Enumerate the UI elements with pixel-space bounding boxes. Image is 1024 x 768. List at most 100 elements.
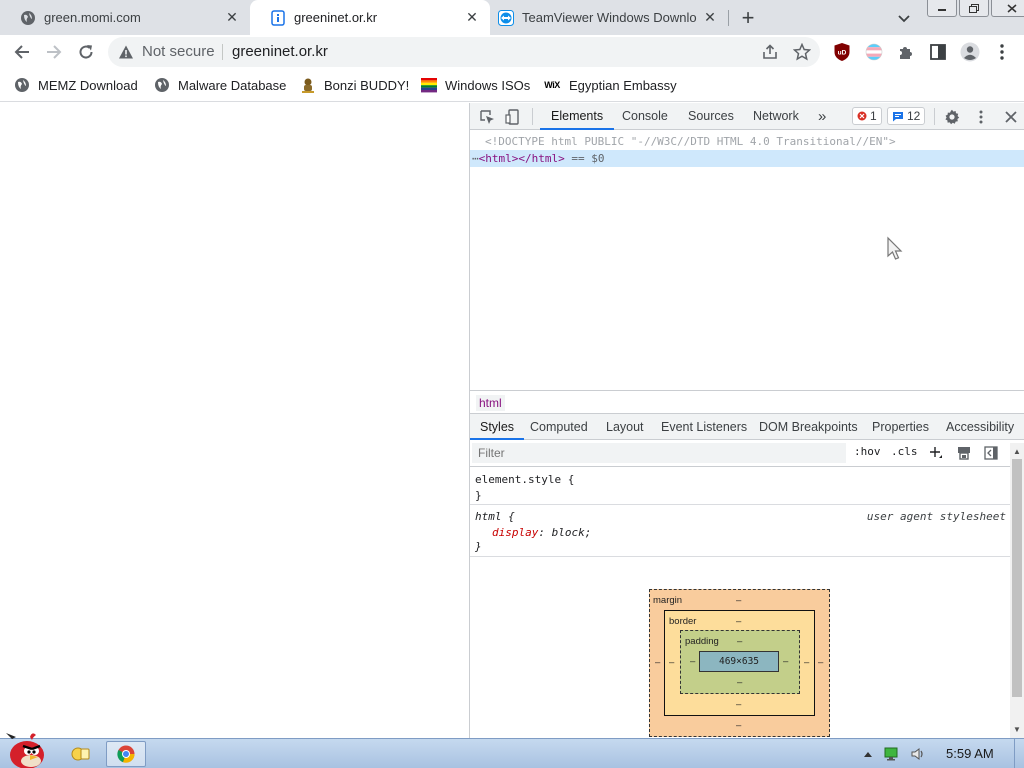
padding-top-value[interactable]: – xyxy=(737,636,742,647)
padding-right-value[interactable]: – xyxy=(783,656,788,667)
tab-teamviewer[interactable]: TeamViewer Windows Downlo ✕ xyxy=(490,0,728,35)
subtab-event-listeners[interactable]: Event Listeners xyxy=(661,414,747,440)
browser-menu-icon[interactable] xyxy=(990,40,1014,64)
globe-icon xyxy=(20,10,36,26)
subtab-properties[interactable]: Properties xyxy=(872,414,929,440)
bookmark-bonzi-buddy[interactable]: Bonzi BUDDY! xyxy=(300,75,409,95)
subtab-dom-breakpoints[interactable]: DOM Breakpoints xyxy=(759,414,858,440)
settings-gear-icon[interactable] xyxy=(942,107,962,127)
padding-bottom-value[interactable]: – xyxy=(737,677,742,688)
bookmark-star-icon[interactable] xyxy=(790,40,814,64)
back-button[interactable] xyxy=(8,38,36,66)
restore-button[interactable] xyxy=(959,0,989,17)
toggle-sidebar-icon[interactable] xyxy=(982,444,1000,462)
subtab-layout[interactable]: Layout xyxy=(606,414,644,440)
styles-scrollbar[interactable]: ▲ ▼ xyxy=(1010,443,1024,738)
css-value-block[interactable]: block; xyxy=(552,526,592,539)
styles-subtabs: Styles Computed Layout Event Listeners D… xyxy=(470,414,1024,440)
taskbar-clock[interactable]: 5:59 AM xyxy=(946,746,994,761)
bookmark-windows-isos[interactable]: Windows ISOs xyxy=(421,75,530,95)
margin-bottom-value[interactable]: – xyxy=(736,720,741,731)
ublock-extension-icon[interactable]: uD xyxy=(830,40,854,64)
class-toggle[interactable]: .cls xyxy=(891,445,918,458)
border-bottom-value[interactable]: – xyxy=(736,699,741,710)
show-hidden-icons-icon[interactable] xyxy=(860,746,876,762)
margin-top-value[interactable]: – xyxy=(736,595,741,606)
device-toolbar-icon[interactable] xyxy=(503,107,523,127)
show-desktop-button[interactable] xyxy=(1014,739,1024,768)
tab-elements[interactable]: Elements xyxy=(540,103,615,130)
chrome-taskbar-icon[interactable] xyxy=(106,741,146,767)
close-devtools-icon[interactable] xyxy=(1001,107,1021,127)
selected-html-node[interactable]: ⋯<html></html> == $0 xyxy=(470,150,1024,167)
close-icon[interactable]: ✕ xyxy=(224,9,240,26)
breadcrumb: html xyxy=(470,390,1024,414)
explorer-taskbar-icon[interactable] xyxy=(60,741,100,767)
share-icon[interactable] xyxy=(758,40,782,64)
styles-filter-input[interactable] xyxy=(472,443,846,463)
security-label[interactable]: Not secure xyxy=(142,43,215,60)
doctype-node[interactable]: <!DOCTYPE html PUBLIC "-//W3C//DTD HTML … xyxy=(485,135,896,148)
page-viewport[interactable] xyxy=(0,103,469,738)
reload-button[interactable] xyxy=(72,38,100,66)
computed-styles-toggle-icon[interactable] xyxy=(955,444,973,462)
more-tabs-chevron-icon[interactable]: » xyxy=(818,103,826,130)
extensions-puzzle-icon[interactable] xyxy=(894,40,918,64)
close-window-button[interactable] xyxy=(991,0,1024,17)
scrollbar-thumb[interactable] xyxy=(1012,459,1022,697)
side-panel-icon[interactable] xyxy=(926,40,950,64)
network-tray-icon[interactable] xyxy=(883,746,899,762)
hover-state-toggle[interactable]: :hov xyxy=(854,445,881,458)
inspect-element-icon[interactable] xyxy=(477,107,497,127)
devtools-menu-icon[interactable] xyxy=(971,107,991,127)
element-style-rule[interactable]: element.style { } xyxy=(470,467,1010,505)
padding-left-value[interactable]: – xyxy=(690,656,695,667)
bookmark-egyptian-embassy[interactable]: WiX Egyptian Embassy xyxy=(543,75,676,95)
tab-console[interactable]: Console xyxy=(622,103,668,130)
margin-right-value[interactable]: – xyxy=(818,657,823,668)
tab-greeninet[interactable]: greeninet.or.kr ✕ xyxy=(250,0,490,35)
box-model-content-size[interactable]: 469×635 xyxy=(699,651,779,672)
error-count-badge[interactable]: 1 xyxy=(852,107,882,125)
dom-tree[interactable]: <!DOCTYPE html PUBLIC "-//W3C//DTD HTML … xyxy=(470,130,1024,390)
warning-icon[interactable] xyxy=(118,44,134,60)
border-left-value[interactable]: – xyxy=(669,657,674,668)
html-selector[interactable]: html { xyxy=(475,510,515,523)
subtab-styles[interactable]: Styles xyxy=(470,414,525,440)
tab-green-momi[interactable]: green.momi.com ✕ xyxy=(0,0,250,35)
scroll-up-icon[interactable]: ▲ xyxy=(1012,446,1022,456)
url-text[interactable]: greeninet.or.kr xyxy=(232,43,328,60)
volume-tray-icon[interactable] xyxy=(910,746,926,762)
tab-search-chevron-icon[interactable] xyxy=(893,8,915,28)
new-style-rule-icon[interactable] xyxy=(927,444,945,462)
bookmark-malware-database[interactable]: Malware Database xyxy=(154,75,286,95)
element-style-selector[interactable]: element.style { xyxy=(475,473,574,486)
box-model-margin[interactable]: margin – – – – border – – – – padding – … xyxy=(649,589,830,737)
forward-button[interactable] xyxy=(40,38,68,66)
bookmark-label: Malware Database xyxy=(178,77,287,93)
tab-sources[interactable]: Sources xyxy=(688,103,734,130)
box-model-padding[interactable]: padding – – – – 469×635 xyxy=(680,630,800,694)
scroll-down-icon[interactable]: ▼ xyxy=(1012,724,1022,734)
minimize-button[interactable] xyxy=(927,0,957,17)
border-top-value[interactable]: – xyxy=(736,616,741,627)
subtab-accessibility[interactable]: Accessibility xyxy=(946,414,1014,440)
trans-flag-extension-icon[interactable] xyxy=(862,40,886,64)
html-user-agent-rule[interactable]: html { user agent stylesheet display: bl… xyxy=(470,505,1010,557)
address-bar[interactable] xyxy=(108,37,820,67)
profile-avatar-icon[interactable] xyxy=(958,40,982,64)
ublock-label: uD xyxy=(838,50,847,57)
close-icon[interactable]: ✕ xyxy=(464,9,480,26)
start-button-angry-bird-icon[interactable] xyxy=(2,731,50,768)
border-right-value[interactable]: – xyxy=(804,657,809,668)
breadcrumb-html[interactable]: html xyxy=(476,395,505,411)
margin-left-value[interactable]: – xyxy=(655,657,660,668)
message-count-badge[interactable]: 12 xyxy=(887,107,926,125)
new-tab-button[interactable]: + xyxy=(735,5,761,31)
bookmark-memz[interactable]: MEMZ Download xyxy=(14,75,138,95)
css-property-display[interactable]: display xyxy=(492,526,538,539)
subtab-computed[interactable]: Computed xyxy=(530,414,588,440)
box-model-border[interactable]: border – – – – padding – – – – 469×635 xyxy=(664,610,815,716)
close-icon[interactable]: ✕ xyxy=(702,9,718,26)
tab-network[interactable]: Network xyxy=(753,103,799,130)
